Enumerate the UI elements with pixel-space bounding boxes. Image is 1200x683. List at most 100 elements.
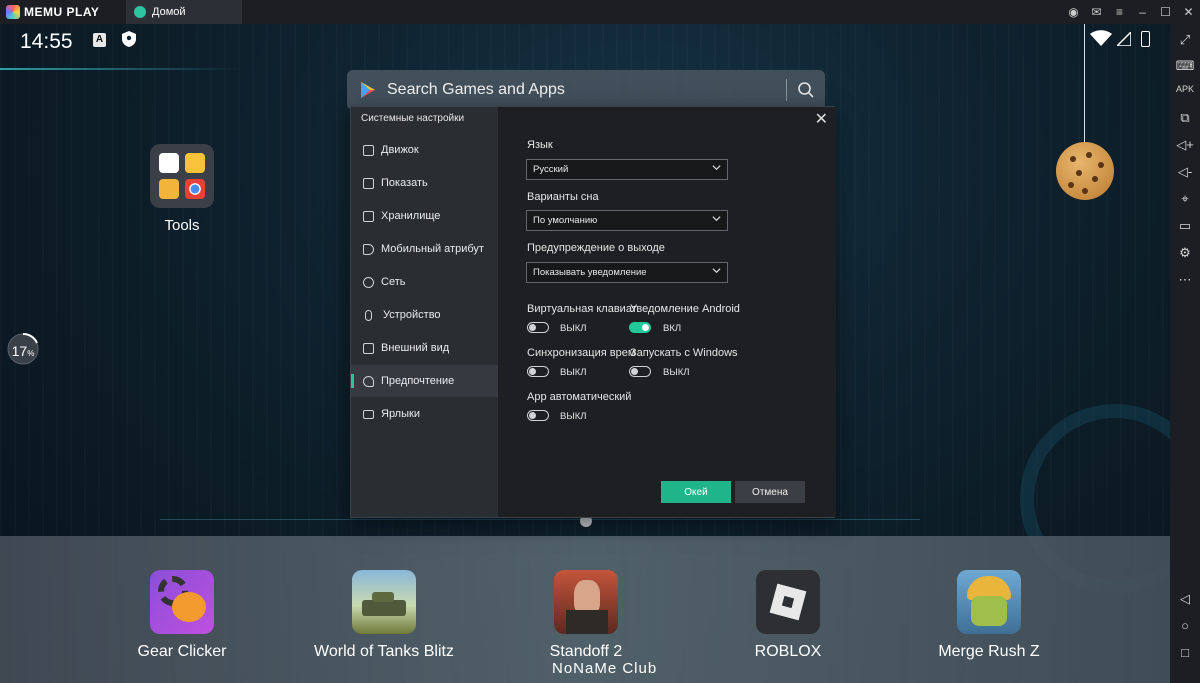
chevron-down-icon — [712, 268, 721, 274]
gear-icon[interactable]: ⚙ — [1170, 245, 1200, 261]
language-select[interactable]: Русский — [526, 159, 728, 180]
exit-warning-label: Предупреждение о выходе — [527, 242, 665, 254]
android-tab-icon — [134, 6, 146, 18]
app-auto-label: App автоматический — [527, 391, 632, 403]
keyboard-icon — [363, 409, 374, 419]
time-sync-label: Синхронизация врем — [527, 347, 636, 359]
tag-icon — [363, 243, 374, 255]
settings-sidebar: Системные настройки Движок Показать Хран… — [351, 107, 498, 517]
roblox-icon — [756, 570, 820, 634]
app-label: ROBLOX — [754, 643, 822, 660]
app-label: Merge Rush Z — [938, 643, 1040, 660]
app-gear-clicker[interactable]: Gear Clicker — [97, 570, 267, 661]
recents-icon[interactable]: □ — [1170, 645, 1200, 660]
search-icon[interactable] — [797, 81, 815, 99]
app-label: Gear Clicker — [137, 643, 227, 660]
google-icon — [159, 153, 179, 173]
sleep-label: Варианты сна — [527, 191, 599, 203]
tools-folder-label: Tools — [164, 217, 200, 234]
chevron-down-icon — [712, 165, 721, 171]
shield-icon — [122, 31, 136, 47]
account-icon[interactable]: ◉ — [1062, 5, 1085, 19]
brand-name: MEMU PLAY — [24, 5, 100, 19]
home-icon[interactable]: ○ — [1170, 618, 1200, 633]
tools-folder[interactable] — [150, 144, 214, 208]
more-icon[interactable]: ⋯ — [1170, 272, 1200, 288]
nav-network[interactable]: Сеть — [351, 266, 498, 298]
tab-home[interactable]: Домой — [126, 0, 242, 24]
volume-up-icon[interactable]: ◁+ — [1170, 137, 1200, 153]
progress-percent: 17% — [11, 343, 35, 359]
start-windows-label: Запускать с Windows — [630, 347, 738, 359]
app-auto-toggle[interactable] — [527, 410, 549, 421]
cancel-button[interactable]: Отмена — [735, 481, 805, 503]
mail-icon[interactable]: ✉ — [1085, 5, 1108, 19]
signal-icon — [1117, 32, 1131, 46]
close-icon[interactable]: ✕ — [815, 109, 828, 129]
android-notify-state: ВКЛ — [663, 323, 682, 334]
virtual-keyboard-state: ВЫКЛ — [560, 323, 587, 334]
window-controls: ◉ ✉ ≡ – ☐ ✕ — [1062, 0, 1200, 24]
wrench-icon — [363, 375, 374, 387]
cookie-icon[interactable] — [1056, 142, 1114, 200]
search-placeholder: Search Games and Apps — [387, 81, 565, 98]
merge-rush-icon — [957, 570, 1021, 634]
time-sync-toggle[interactable] — [527, 366, 549, 377]
nav-mobile-attribute[interactable]: Мобильный атрибут — [351, 233, 498, 265]
maximize-icon[interactable]: ☐ — [1154, 5, 1177, 19]
memu-logo-icon — [6, 5, 20, 19]
nav-shortcuts[interactable]: Ярлыки — [351, 398, 498, 430]
app-world-of-tanks-blitz[interactable]: World of Tanks Blitz — [299, 570, 469, 661]
nav-storage[interactable]: Хранилище — [351, 200, 498, 232]
nav-engine[interactable]: Движок — [351, 134, 498, 166]
menu-icon[interactable]: ≡ — [1108, 5, 1131, 19]
play-store-icon — [361, 82, 375, 98]
title-bar: MEMU PLAY Домой ◉ ✉ ≡ – ☐ ✕ — [0, 0, 1200, 24]
minimize-icon[interactable]: – — [1131, 5, 1154, 19]
multi-instance-icon[interactable]: ⧉ — [1170, 110, 1200, 126]
close-icon[interactable]: ✕ — [1177, 5, 1200, 19]
language-label: Язык — [527, 139, 553, 151]
battery-icon — [1141, 31, 1150, 47]
volume-down-icon[interactable]: ◁- — [1170, 164, 1200, 180]
files-icon — [159, 179, 179, 199]
back-icon[interactable]: ◁ — [1170, 591, 1200, 607]
virtual-keyboard-toggle[interactable] — [527, 322, 549, 333]
apk-icon[interactable]: APK — [1170, 84, 1200, 94]
chevron-down-icon — [712, 216, 721, 222]
android-notify-label: Уведомление Android — [630, 303, 740, 315]
fullscreen-icon[interactable]: ⤢ — [1170, 32, 1200, 48]
app-auto-state: ВЫКЛ — [560, 411, 587, 422]
clock: 14:55 — [20, 30, 73, 53]
nav-preferences[interactable]: Предпочтение — [351, 365, 498, 397]
chrome-icon — [185, 179, 205, 199]
keep-icon — [185, 153, 205, 173]
nav-display[interactable]: Показать — [351, 167, 498, 199]
app-merge-rush-z[interactable]: Merge Rush Z — [904, 570, 1074, 661]
ok-button[interactable]: Окей — [661, 481, 731, 503]
time-sync-state: ВЫКЛ — [560, 367, 587, 378]
virtual-keyboard-label: Виртуальная клавиат — [527, 303, 637, 315]
appearance-icon — [363, 342, 374, 354]
location-icon[interactable]: ⌖ — [1170, 191, 1200, 207]
storage-icon — [363, 210, 374, 222]
search-bar[interactable]: Search Games and Apps — [347, 70, 825, 110]
dialog-title: Системные настройки — [361, 113, 465, 124]
exit-warning-select[interactable]: Показывать уведомление — [526, 262, 728, 283]
android-notify-toggle[interactable] — [629, 322, 651, 333]
nav-device[interactable]: Устройство — [351, 299, 498, 331]
folder-icon[interactable]: ▭ — [1170, 218, 1200, 234]
standoff-icon — [554, 570, 618, 634]
wifi-icon — [1090, 30, 1112, 46]
sleep-select[interactable]: По умолчанию — [526, 210, 728, 231]
start-windows-state: ВЫКЛ — [663, 367, 690, 378]
start-windows-toggle[interactable] — [629, 366, 651, 377]
nav-appearance[interactable]: Внешний вид — [351, 332, 498, 364]
watermark: NoNaMe Club — [552, 660, 658, 677]
app-standoff-2[interactable]: Standoff 2 — [501, 570, 671, 661]
settings-dialog: Системные настройки Движок Показать Хран… — [350, 106, 836, 518]
gear-clicker-icon — [150, 570, 214, 634]
app-roblox[interactable]: ROBLOX — [703, 570, 873, 661]
tanks-icon — [352, 570, 416, 634]
keyboard-mapping-icon[interactable]: ⌨ — [1170, 58, 1200, 74]
